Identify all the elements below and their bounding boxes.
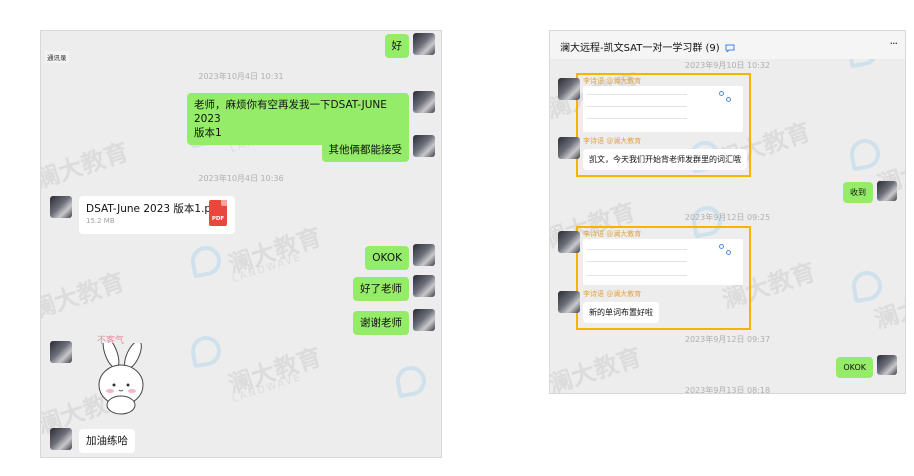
teacher-avatar — [50, 341, 72, 363]
timestamp: 2023年10月4日 10:31 — [198, 72, 284, 81]
watermark-en: LANDWAVE — [231, 372, 304, 405]
timestamp: 2023年10月4日 10:36 — [198, 174, 284, 183]
left-chat-screenshot: 澜大教育 澜大教育 澜大教育 澜大教育 澜大教育 澜大教育 LANDWAVE L… — [40, 30, 442, 458]
file-attachment[interactable]: DSAT-June 2023 版本1.pdf 15.2 MB PDF — [79, 196, 235, 234]
more-options-icon[interactable]: ··· — [890, 37, 898, 50]
message-bubble: 好 — [384, 34, 409, 58]
logo-watermark-icon — [847, 136, 883, 172]
user-avatar — [413, 33, 435, 55]
user-avatar — [413, 244, 435, 266]
right-chat-screenshot: 澜大教育 澜大教育 澜大教育 澜大教育 澜大教育 澜大教育 澜大教育 澜大远程-… — [549, 30, 906, 394]
watermark-text: 澜大教育 — [40, 267, 128, 325]
user-avatar — [413, 135, 435, 157]
user-avatar — [413, 91, 435, 113]
user-avatar — [413, 275, 435, 297]
message-bubble: 凯文，今天我们开始背老师发群里的词汇哦 — [583, 149, 747, 170]
status-dot-icon — [726, 97, 731, 102]
file-name: DSAT-June 2023 版本1.pdf — [86, 203, 222, 215]
message-bubble: 其他俩都能接受 — [321, 138, 409, 162]
status-dot-icon — [719, 91, 724, 96]
chat-bubble-icon — [725, 44, 735, 54]
message-bubble: 新的单词布置好啦 — [583, 302, 659, 323]
document-thumbnail[interactable] — [583, 86, 743, 132]
pdf-file-icon: PDF — [209, 200, 227, 226]
user-avatar — [877, 355, 897, 375]
message-bubble: OKOK — [836, 357, 873, 378]
timestamp: 2023年9月13日 08:18 — [684, 386, 771, 394]
message-bubble: 谢谢老师 — [353, 311, 409, 335]
group-title: 澜大远程-凯文SAT一对一学习群 (9) — [560, 39, 735, 54]
message-bubble: 好了老师 — [353, 277, 409, 301]
document-thumbnail[interactable] — [583, 239, 743, 285]
sender-name: 李诗语 @澜大教育 — [583, 290, 642, 298]
file-size: 15.2 MB — [86, 217, 115, 225]
teacher-avatar — [50, 428, 72, 450]
watermark-text: 澜大教育 — [224, 222, 325, 280]
bunny-sticker-icon — [98, 343, 144, 415]
message-bubble: OKOK — [365, 246, 409, 270]
teacher-avatar — [50, 196, 72, 218]
teacher-avatar — [558, 291, 580, 313]
message-bubble: 加油练哈 — [79, 429, 135, 453]
timestamp: 2023年9月10日 10:32 — [684, 61, 771, 70]
contacts-tag: 通讯录 — [45, 51, 69, 63]
user-avatar — [413, 309, 435, 331]
watermark-text: 澜大教育 — [224, 342, 325, 400]
teacher-avatar — [558, 231, 580, 253]
status-dot-icon — [719, 244, 724, 249]
sender-name: 李诗语 @澜大教育 — [583, 137, 642, 145]
timestamp: 2023年9月12日 09:37 — [684, 335, 771, 344]
teacher-avatar — [558, 137, 580, 159]
status-dot-icon — [726, 250, 731, 255]
timestamp: 2023年9月12日 09:25 — [684, 213, 771, 222]
logo-watermark-icon — [188, 243, 224, 279]
logo-watermark-icon — [393, 363, 429, 399]
watermark-en: LANDWAVE — [231, 252, 304, 285]
sender-name: 李诗语 @澜大教育 — [583, 77, 642, 85]
sender-name: 李诗语 @澜大教育 — [583, 230, 642, 238]
group-title-text: 澜大远程-凯文SAT一对一学习群 (9) — [560, 43, 720, 54]
message-line: 老师，麻烦你有空再发我一下DSAT-JUNE 2023 — [194, 99, 387, 125]
watermark-text: 澜大教育 — [40, 137, 132, 195]
logo-watermark-icon — [849, 268, 885, 304]
logo-watermark-icon — [188, 333, 224, 369]
message-bubble: 收到 — [843, 182, 873, 203]
user-avatar — [877, 181, 897, 201]
bunny-sticker[interactable]: 不客气 — [81, 333, 159, 415]
teacher-avatar — [558, 78, 580, 100]
chat-header: 澜大远程-凯文SAT一对一学习群 (9) ··· — [550, 31, 905, 59]
